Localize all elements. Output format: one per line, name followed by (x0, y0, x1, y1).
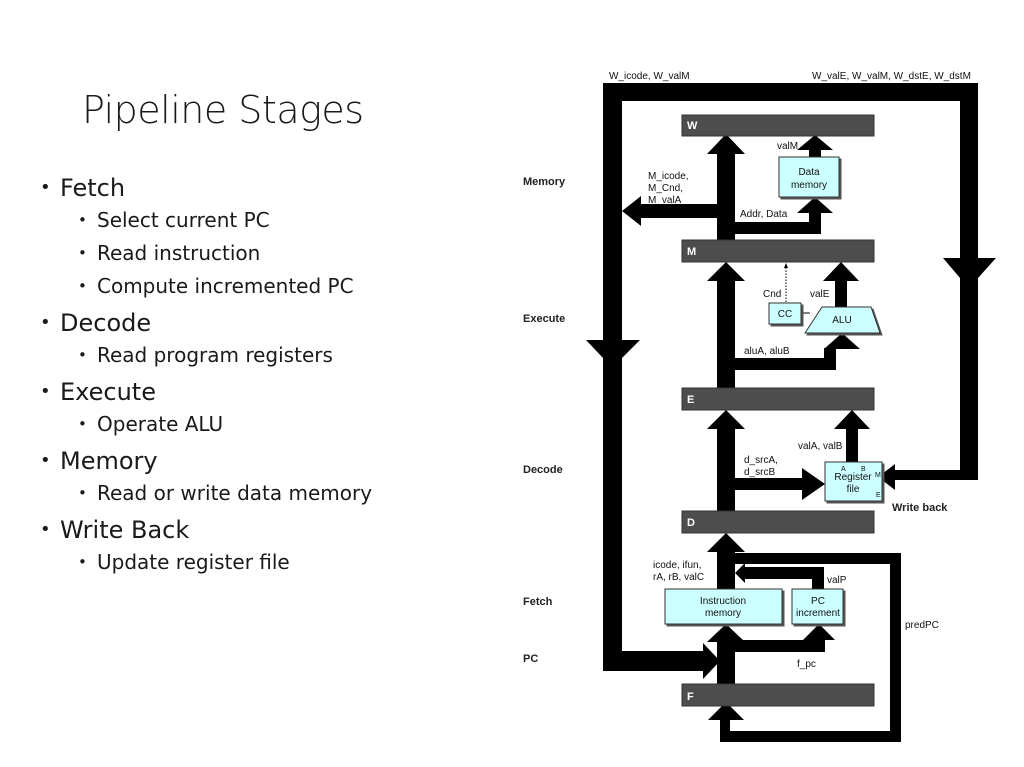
svg-text:D: D (687, 517, 695, 529)
signal-d-srca: d_srcA, (744, 455, 778, 466)
pc-increment-label-2: increment (796, 608, 840, 619)
signal-valm: valM (777, 141, 798, 152)
data-memory-label-1: Data (798, 167, 820, 178)
signal-write-back: Write back (892, 502, 948, 514)
bus-vale (823, 262, 859, 308)
stage-label-execute: Execute (523, 313, 565, 325)
bus-valm (797, 135, 833, 158)
pipeline-register-e: E (681, 387, 875, 411)
pipeline-register-w: W (681, 114, 875, 137)
instruction-memory-label-1: Instruction (700, 596, 746, 607)
signal-ra-rb-valc: rA, rB, valC (653, 572, 704, 583)
instruction-memory-label-2: memory (705, 608, 741, 619)
stage-label-pc: PC (523, 653, 538, 665)
bus-f-pc (707, 624, 835, 684)
register-file-port-m: M (875, 472, 881, 479)
signal-addr-data: Addr, Data (740, 209, 788, 220)
signal-icode-ifun: icode, ifun, (653, 560, 701, 571)
svg-text:M: M (687, 246, 696, 258)
signal-m-icode: M_icode, (648, 171, 689, 182)
register-file-label-1: Register (834, 472, 872, 483)
signal-vala-valb: valA, valB (798, 441, 843, 452)
signal-w-icode-valm: W_icode, W_valM (609, 71, 690, 82)
stage-label-decode: Decode (523, 464, 563, 476)
signal-w-writeback: W_valE, W_valM, W_dstE, W_dstM (812, 71, 971, 82)
pipeline-register-m: M (681, 239, 875, 263)
signal-f-pc: f_pc (797, 659, 816, 670)
bus-vala-valb (834, 410, 870, 464)
register-file-label-2: file (847, 484, 860, 495)
cc-label: CC (778, 309, 792, 320)
pipeline-diagram: Memory Execute Decode Fetch PC W_icode, … (523, 71, 996, 742)
alu-label: ALU (832, 315, 851, 326)
stage-label-memory: Memory (523, 176, 566, 188)
signal-d-srcb: d_srcB (744, 467, 775, 478)
signal-m-vala: M_valA (648, 195, 682, 206)
pipeline-register-d: D (681, 510, 875, 534)
pipeline-register-f: F (681, 683, 875, 707)
pc-increment-label-1: PC (811, 596, 825, 607)
signal-valp: valP (827, 575, 847, 586)
signal-m-cnd: M_Cnd, (648, 183, 683, 194)
signal-vale: valE (810, 289, 830, 300)
svg-text:W: W (687, 120, 698, 132)
svg-text:F: F (687, 691, 694, 703)
signal-alua-alub: aluA, aluB (744, 346, 790, 357)
register-file-port-e: E (876, 492, 881, 499)
stage-label-fetch: Fetch (523, 596, 553, 608)
svg-text:E: E (687, 394, 694, 406)
data-memory-label-2: memory (791, 180, 827, 191)
signal-predpc: predPC (905, 620, 939, 631)
signal-cnd: Cnd (763, 289, 781, 300)
